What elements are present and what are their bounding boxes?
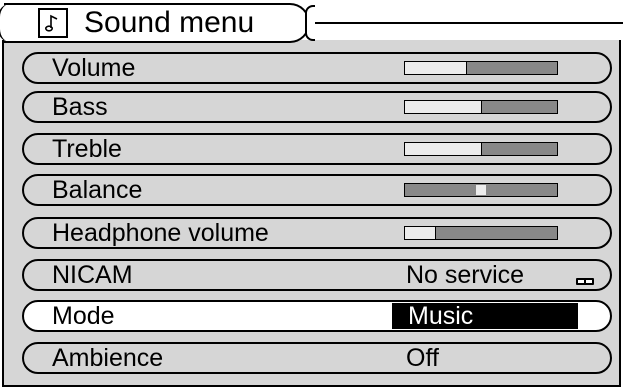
menu-title-tab: Sound menu [4,3,310,43]
menu-item-nicam[interactable]: NICAM No service [22,259,612,291]
nicam-value: No service [406,261,525,289]
menu-item-label: Volume [52,54,136,82]
stereo-indicator-icon [576,278,594,285]
menu-header: Sound menu [0,0,623,44]
header-divider [312,22,623,24]
treble-slider[interactable] [404,142,558,156]
menu-item-ambience[interactable]: Ambience Off [22,342,612,374]
balance-marker [476,185,486,195]
bass-slider[interactable] [404,100,558,114]
music-note-icon [38,8,68,38]
mode-value[interactable]: Music [392,303,578,329]
menu-frame: Volume Bass Treble Balance Headphone vol [2,40,621,387]
menu-item-volume[interactable]: Volume [22,52,612,84]
sound-menu: Volume Bass Treble Balance Headphone vol [0,0,623,389]
header-tab-cap [305,5,315,41]
slider-fill [405,143,482,155]
menu-item-label: Treble [52,135,122,163]
menu-item-label: Balance [52,176,143,204]
menu-item-headphone-volume[interactable]: Headphone volume [22,217,612,249]
menu-item-bass[interactable]: Bass [22,91,612,123]
menu-item-balance[interactable]: Balance [22,174,612,206]
headphone-volume-slider[interactable] [404,226,558,240]
ambience-value: Off [406,344,439,372]
slider-fill [405,101,482,113]
volume-slider[interactable] [404,61,558,75]
slider-fill [405,227,437,239]
menu-item-label: Mode [52,302,115,330]
balance-slider[interactable] [404,183,558,197]
menu-item-label: Bass [52,93,108,121]
menu-item-label: NICAM [52,261,133,289]
menu-item-label: Ambience [52,344,164,372]
menu-item-label: Headphone volume [52,219,269,247]
page-title: Sound menu [84,6,255,39]
menu-item-treble[interactable]: Treble [22,133,612,165]
menu-item-mode[interactable]: Mode Music [22,300,612,332]
slider-fill [405,62,467,74]
